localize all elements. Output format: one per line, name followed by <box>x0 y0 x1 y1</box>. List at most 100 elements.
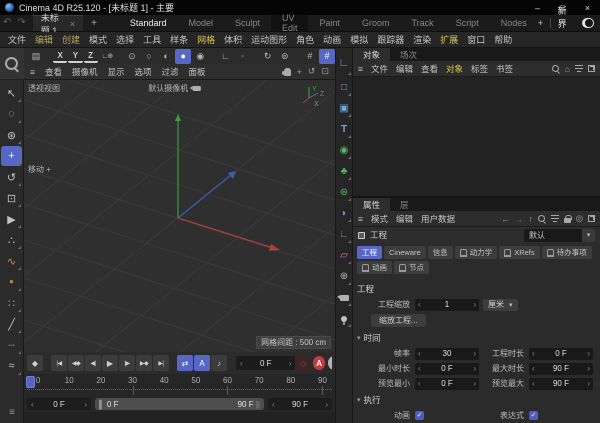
points-mode-icon[interactable]: ○ <box>141 49 157 64</box>
menu-select[interactable]: 选择 <box>116 33 134 46</box>
project-tab-button[interactable]: 工程 <box>357 246 382 259</box>
fps-field[interactable]: ‹30› <box>415 348 479 360</box>
prev-key-button[interactable]: ◀◆ <box>68 355 84 371</box>
execution-section-title[interactable]: ▾ 执行 <box>357 394 596 406</box>
plane-lock-icon[interactable]: ▪ <box>234 49 250 64</box>
sketch-pen-icon[interactable]: ▪ <box>1 272 22 292</box>
view-label[interactable]: 透视视图 <box>28 83 60 94</box>
grid-snap-icon[interactable]: # <box>302 49 318 64</box>
animation-checkbox[interactable]: ✓ <box>415 411 424 420</box>
tab-layers[interactable]: 层 <box>390 198 419 211</box>
range-start-field[interactable]: ‹ 0 F › <box>27 398 91 410</box>
menu-mesh[interactable]: 网格 <box>197 33 215 46</box>
add-document-button[interactable]: + <box>91 18 97 29</box>
menu-create[interactable]: 创建 <box>62 33 80 46</box>
current-frame-field[interactable]: ‹ 0 F › <box>236 356 295 370</box>
coord-system-icon[interactable]: ∟⊕ <box>99 49 115 64</box>
brush-tool-icon[interactable]: ╱ <box>1 314 22 334</box>
next-key-button[interactable]: ▶◆ <box>136 355 152 371</box>
search-icon[interactable] <box>538 215 546 223</box>
min-time-field[interactable]: ‹0 F› <box>415 363 479 375</box>
cursor-tools-icon[interactable]: ▶ <box>1 209 22 229</box>
max-time-field[interactable]: ‹90 F› <box>529 363 593 375</box>
om-menu-file[interactable]: 文件 <box>371 63 388 75</box>
sky-icon[interactable]: ⊕ <box>336 266 352 287</box>
axis-icon[interactable]: ∟ <box>336 224 352 245</box>
menu-simulate[interactable]: 模拟 <box>350 33 368 46</box>
animation-tab-button[interactable]: 动画 <box>357 261 392 274</box>
menu-help[interactable]: 帮助 <box>494 33 512 46</box>
menu-file[interactable]: 文件 <box>8 33 26 46</box>
layout-tab-paint[interactable]: Paint <box>308 15 351 31</box>
layout-tab-sculpt[interactable]: Sculpt <box>224 15 271 31</box>
model-mode-icon[interactable]: ⊙ <box>124 49 140 64</box>
track-target-icon[interactable]: ◎ <box>576 213 583 224</box>
freehand-spline-icon[interactable]: ≈ <box>1 356 22 376</box>
cube-primitive-icon[interactable]: ▣ <box>336 98 352 119</box>
tab-takes[interactable]: 场次 <box>390 48 427 61</box>
goto-end-button[interactable]: ▶| <box>153 355 169 371</box>
om-menu-bookmarks[interactable]: 书签 <box>496 63 513 75</box>
spline-points-icon[interactable]: ∷ <box>1 293 22 313</box>
light-icon[interactable] <box>336 308 352 329</box>
menu-mograph[interactable]: 运动图形 <box>251 33 287 46</box>
history-back-icon[interactable]: ← <box>501 214 510 224</box>
viewport-menu-item[interactable]: 选项 <box>135 66 152 78</box>
undo-icon[interactable]: ↶ <box>3 18 11 28</box>
volume-icon[interactable]: ◗ <box>336 203 352 224</box>
am-menu-item[interactable]: 编辑 <box>396 213 413 225</box>
chevron-down-icon[interactable]: ▾ <box>582 229 595 242</box>
layout-tab-model[interactable]: Model <box>177 15 224 31</box>
project-duration-field[interactable]: ‹0 F› <box>529 348 593 360</box>
redo-icon[interactable]: ↷ <box>17 18 25 28</box>
menu-character[interactable]: 角色 <box>296 33 314 46</box>
add-layout-button[interactable]: + <box>538 18 543 28</box>
cloner-icon[interactable]: ♣ <box>336 161 352 182</box>
am-menu-icon[interactable]: ≡ <box>358 214 363 224</box>
viewport-menu-item[interactable]: 显示 <box>108 66 125 78</box>
autokey-button[interactable]: A <box>313 356 326 370</box>
time-section-title[interactable]: ▾ 时间 <box>357 332 596 344</box>
om-menu-icon[interactable]: ≡ <box>358 64 363 74</box>
om-menu-tags[interactable]: 标签 <box>471 63 488 75</box>
spin-right-icon[interactable]: › <box>84 400 87 409</box>
timeline-ruler[interactable]: 0102030405060708090 <box>24 374 335 396</box>
spline-pen-icon[interactable]: ∿ <box>1 251 22 271</box>
layout-tab-script[interactable]: Script <box>445 15 490 31</box>
menu-mode[interactable]: 模式 <box>89 33 107 46</box>
goto-start-button[interactable]: |◀ <box>51 355 67 371</box>
record-keyframe-button[interactable]: ◇ <box>296 356 309 371</box>
lock-x-axis-icon[interactable]: X <box>53 50 67 63</box>
workplane-mode-icon[interactable]: ∟ <box>217 49 233 64</box>
menu-render[interactable]: 渲染 <box>413 33 431 46</box>
menu-tools[interactable]: 工具 <box>143 33 161 46</box>
menu-tracker[interactable]: 跟踪器 <box>377 33 404 46</box>
collapse-icon[interactable]: ▾ <box>357 334 361 342</box>
preview-min-field[interactable]: ‹0 F› <box>415 378 479 390</box>
fields-icon[interactable]: ⊛ <box>336 182 352 203</box>
spin-left-icon[interactable]: ‹ <box>31 400 34 409</box>
clipped-record-button[interactable] <box>328 356 332 370</box>
play-button[interactable]: ▶ <box>102 355 118 371</box>
viewport-menu-item[interactable]: 过滤 <box>162 66 179 78</box>
left-palette-menu-icon[interactable]: ≡ <box>0 407 24 418</box>
select-tool-icon[interactable]: ↖ <box>1 83 22 103</box>
prev-frame-button[interactable]: ◀| <box>85 355 101 371</box>
info-tab-button[interactable]: 信息 <box>428 246 453 259</box>
add-keyframe-button[interactable]: ◆ <box>27 355 43 371</box>
history-forward-icon[interactable]: → <box>515 214 524 224</box>
grid-snap-on-icon[interactable]: # <box>319 49 335 64</box>
sound-button[interactable]: ♪ <box>211 355 227 371</box>
viewport-menu-icon[interactable]: ≡ <box>30 67 35 77</box>
filter-icon[interactable] <box>575 65 583 72</box>
text-object-icon[interactable]: T <box>336 119 352 140</box>
menu-extensions[interactable]: 扩展 <box>440 33 458 46</box>
lock-y-axis-icon[interactable]: Y <box>68 50 82 63</box>
next-frame-button[interactable]: |▶ <box>119 355 135 371</box>
subdivision-surface-icon[interactable]: ◉ <box>336 140 352 161</box>
snap-settings-icon[interactable]: ↻ <box>260 49 276 64</box>
lock-icon[interactable] <box>564 215 571 223</box>
home-icon[interactable]: ⌂ <box>565 64 570 74</box>
unit-select[interactable]: 厘米 ▾ <box>483 299 518 311</box>
edges-mode-icon[interactable]: ◐ <box>158 49 174 64</box>
